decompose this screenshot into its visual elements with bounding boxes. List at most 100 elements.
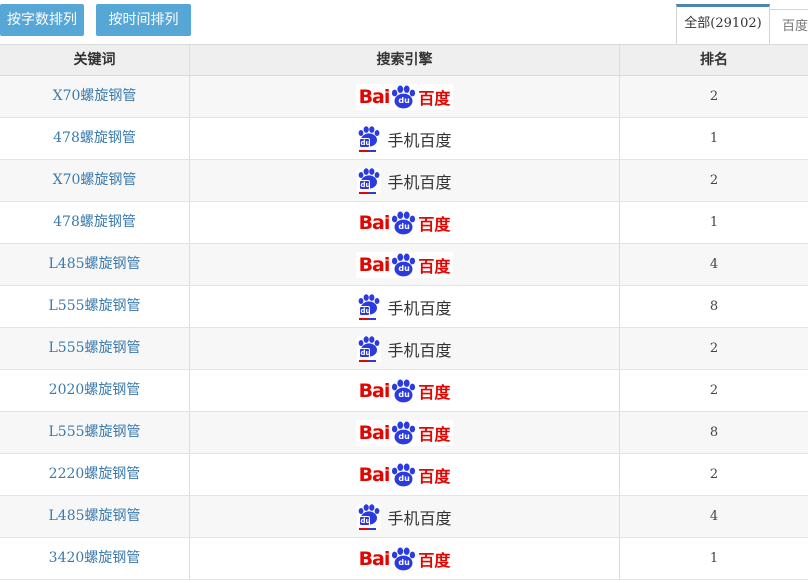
rank-value: 2 xyxy=(710,89,718,104)
sort-by-time-button[interactable]: 按时间排列 xyxy=(96,4,191,36)
mobile-icon-underline xyxy=(359,528,376,530)
tab-all[interactable]: 全部(29102) xyxy=(676,4,770,44)
keyword-link[interactable]: 2020螺旋钢管 xyxy=(49,382,141,398)
baidu-bai-text: Bai xyxy=(359,380,390,402)
baidu-du-text: du xyxy=(398,222,409,232)
rank-cell: 4 xyxy=(620,496,808,537)
keyword-rank-table: 关键词 搜索引擎 排名 X70螺旋钢管 Bai du xyxy=(0,44,808,580)
column-header-engine: 搜索引擎 xyxy=(190,45,620,75)
mobile-baidu-label: 手机百度 xyxy=(387,337,451,361)
keyword-link[interactable]: L485螺旋钢管 xyxy=(48,256,140,272)
engine-cell: du 手机百度 xyxy=(190,328,620,369)
keyword-cell: 2020螺旋钢管 xyxy=(0,370,190,411)
mobile-baidu-paw-icon: du xyxy=(357,168,381,194)
keyword-link[interactable]: L555螺旋钢管 xyxy=(48,424,140,440)
keyword-cell: 2220螺旋钢管 xyxy=(0,454,190,495)
baidu-paw-icon: du xyxy=(390,85,417,109)
baidu-paw-icon: du xyxy=(390,211,417,235)
baidu-mobile-logo: du 手机百度 xyxy=(357,336,451,362)
rank-cell: 2 xyxy=(620,370,808,411)
baidu-chinese-text: 百度 xyxy=(418,547,450,571)
keyword-cell: L555螺旋钢管 xyxy=(0,412,190,453)
baidu-pc-logo: Bai du 百度 xyxy=(356,210,454,236)
baidu-mobile-logo: du 手机百度 xyxy=(357,126,451,152)
mobile-du-badge: du xyxy=(359,180,370,190)
engine-cell: Bai du 百度 xyxy=(190,412,620,453)
keyword-link[interactable]: 478螺旋钢管 xyxy=(53,130,136,146)
keyword-cell: L555螺旋钢管 xyxy=(0,286,190,327)
mobile-icon-underline xyxy=(359,192,376,194)
mobile-baidu-paw-icon: du xyxy=(357,126,381,152)
mobile-icon-underline xyxy=(359,150,376,152)
tab-baidu[interactable]: 百度 xyxy=(770,9,808,44)
rank-cell: 8 xyxy=(620,412,808,453)
keyword-cell: X70螺旋钢管 xyxy=(0,76,190,117)
mobile-baidu-label: 手机百度 xyxy=(387,169,451,193)
sort-by-wordcount-button[interactable]: 按字数排列 xyxy=(0,4,84,36)
keyword-cell: 478螺旋钢管 xyxy=(0,202,190,243)
table-row: L555螺旋钢管 xyxy=(0,328,808,370)
engine-cell: Bai du 百度 xyxy=(190,76,620,117)
rank-value: 4 xyxy=(710,257,718,272)
mobile-icon-underline xyxy=(359,318,376,320)
engine-cell: Bai du 百度 xyxy=(190,244,620,285)
baidu-du-text: du xyxy=(398,264,409,274)
engine-cell: du 手机百度 xyxy=(190,160,620,201)
keyword-cell: L485螺旋钢管 xyxy=(0,496,190,537)
mobile-baidu-paw-icon: du xyxy=(357,294,381,320)
rank-cell: 2 xyxy=(620,328,808,369)
keyword-cell: 478螺旋钢管 xyxy=(0,118,190,159)
keyword-link[interactable]: L555螺旋钢管 xyxy=(48,298,140,314)
rank-value: 4 xyxy=(710,509,718,524)
baidu-pc-logo: Bai du 百度 xyxy=(356,546,454,572)
baidu-pc-logo: Bai du 百度 xyxy=(356,84,454,110)
keyword-link[interactable]: X70螺旋钢管 xyxy=(53,88,137,104)
table-row: L555螺旋钢管 Bai du 百度 xyxy=(0,412,808,454)
table-row: 2020螺旋钢管 Bai du 百度 xyxy=(0,370,808,412)
engine-cell: Bai du 百度 xyxy=(190,454,620,495)
baidu-chinese-text: 百度 xyxy=(418,85,450,109)
keyword-link[interactable]: L555螺旋钢管 xyxy=(48,340,140,356)
rank-cell: 4 xyxy=(620,244,808,285)
table-row: 2220螺旋钢管 Bai du 百度 xyxy=(0,454,808,496)
baidu-pc-logo: Bai du 百度 xyxy=(356,420,454,446)
baidu-mobile-logo: du 手机百度 xyxy=(357,294,451,320)
keyword-link[interactable]: X70螺旋钢管 xyxy=(53,172,137,188)
baidu-paw-icon: du xyxy=(390,463,417,487)
mobile-du-badge: du xyxy=(359,306,370,316)
baidu-pc-logo: Bai du 百度 xyxy=(356,252,454,278)
baidu-chinese-text: 百度 xyxy=(418,421,450,445)
keyword-link[interactable]: L485螺旋钢管 xyxy=(48,508,140,524)
mobile-baidu-label: 手机百度 xyxy=(387,505,451,529)
baidu-bai-text: Bai xyxy=(359,254,390,276)
baidu-du-text: du xyxy=(398,558,409,568)
mobile-du-badge: du xyxy=(359,516,370,526)
engine-cell: Bai du 百度 xyxy=(190,202,620,243)
baidu-paw-icon: du xyxy=(390,253,417,277)
engine-cell: du 手机百度 xyxy=(190,118,620,159)
keyword-link[interactable]: 3420螺旋钢管 xyxy=(49,550,141,566)
table-row: 3420螺旋钢管 Bai du 百度 xyxy=(0,538,808,580)
baidu-mobile-logo: du 手机百度 xyxy=(357,168,451,194)
table-row: X70螺旋钢管 xyxy=(0,160,808,202)
mobile-du-badge: du xyxy=(359,348,370,358)
baidu-bai-text: Bai xyxy=(359,212,390,234)
mobile-baidu-paw-icon: du xyxy=(357,336,381,362)
rank-cell: 1 xyxy=(620,538,808,579)
keyword-link[interactable]: 2220螺旋钢管 xyxy=(49,466,141,482)
mobile-baidu-paw-icon: du xyxy=(357,504,381,530)
baidu-chinese-text: 百度 xyxy=(418,211,450,235)
baidu-du-text: du xyxy=(398,390,409,400)
baidu-pc-logo: Bai du 百度 xyxy=(356,462,454,488)
column-header-rank: 排名 xyxy=(620,45,808,75)
keyword-link[interactable]: 478螺旋钢管 xyxy=(53,214,136,230)
mobile-baidu-label: 手机百度 xyxy=(387,127,451,151)
baidu-du-text: du xyxy=(398,432,409,442)
rank-cell: 2 xyxy=(620,76,808,117)
rank-value: 8 xyxy=(710,299,718,314)
column-header-keyword: 关键词 xyxy=(0,45,190,75)
mobile-icon-underline xyxy=(359,360,376,362)
baidu-mobile-logo: du 手机百度 xyxy=(357,504,451,530)
engine-cell: du 手机百度 xyxy=(190,496,620,537)
rank-value: 2 xyxy=(710,383,718,398)
